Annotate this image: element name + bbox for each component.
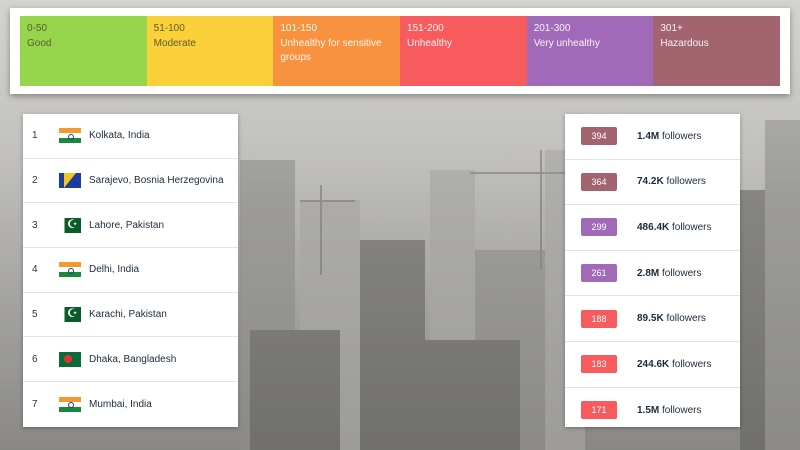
followers-label: followers (659, 267, 702, 279)
followers-count: 89.5K followers (637, 313, 706, 324)
stat-row[interactable]: 394 1.4M followers (565, 114, 740, 160)
city-name: Mumbai, India (89, 398, 152, 410)
legend-item: 0-50 Good (20, 16, 147, 86)
city-name: Karachi, Pakistan (89, 309, 167, 321)
followers-count: 486.4K followers (637, 222, 712, 233)
legend-item: 301+ Hazardous (653, 16, 781, 86)
city-rank: 1 (32, 130, 38, 142)
city-name: Lahore, Pakistan (89, 219, 165, 231)
city-name: Dhaka, Bangladesh (89, 353, 177, 365)
followers-number: 1.4M (637, 130, 660, 142)
legend-item: 101-150 Unhealthy for sensitive groups (273, 16, 401, 86)
legend-label: Very unhealthy (533, 38, 600, 49)
city-row[interactable]: 4 Delhi, India (23, 248, 238, 293)
city-rank: 6 (32, 353, 38, 365)
city-row[interactable]: 2 Sarajevo, Bosnia Herzegovina (23, 159, 238, 204)
legend-label: Good (27, 38, 52, 49)
city-row[interactable]: 7 Mumbai, India (23, 382, 238, 427)
followers-label: followers (663, 176, 706, 188)
legend-item: 51-100 Moderate (146, 16, 274, 86)
city-row[interactable]: 6 Dhaka, Bangladesh (23, 337, 238, 383)
city-ranking-list: 1 Kolkata, India 2 Sarajevo, Bosnia Herzego… (23, 114, 238, 427)
legend-range: 151-200 (407, 23, 444, 34)
legend-label: Hazardous (660, 38, 709, 49)
followers-number: 244.6K (637, 358, 670, 370)
city-name: Delhi, India (89, 264, 140, 276)
legend-range: 101-150 (280, 23, 318, 34)
followers-number: 89.5K (637, 313, 664, 325)
legend-label: Moderate (153, 38, 196, 49)
bangladesh-flag-icon (59, 351, 81, 367)
india-flag-icon (59, 396, 81, 412)
pakistan-flag-icon (59, 307, 81, 323)
followers-count: 2.8M followers (637, 268, 701, 279)
followers-count: 74.2K followers (637, 176, 706, 187)
city-rank: 7 (32, 398, 38, 410)
aqi-badge: 188 (581, 309, 617, 328)
stat-row[interactable]: 364 74.2K followers (565, 160, 740, 206)
city-row[interactable]: 5 Karachi, Pakistan (23, 293, 238, 338)
legend-range: 301+ (660, 23, 683, 34)
pakistan-flag-icon (59, 217, 81, 233)
legend-label: Unhealthy (407, 38, 453, 49)
city-rank: 3 (32, 219, 38, 231)
aqi-badge: 183 (581, 355, 617, 374)
stat-row[interactable]: 299 486.4K followers (565, 205, 740, 251)
aqi-stats-list: 394 1.4M followers 364 74.2K followers 299 48… (565, 114, 740, 427)
aqi-badge: 364 (581, 172, 617, 191)
followers-label: followers (663, 313, 706, 325)
stat-row[interactable]: 261 2.8M followers (565, 251, 740, 297)
followers-count: 1.5M followers (637, 405, 701, 416)
city-row[interactable]: 3 Lahore, Pakistan (23, 203, 238, 249)
city-rank: 2 (32, 175, 38, 187)
followers-number: 1.5M (637, 404, 660, 416)
aqi-badge: 171 (581, 401, 617, 420)
legend-range: 201-300 (533, 23, 571, 34)
followers-count: 1.4M followers (637, 131, 701, 142)
aqi-badge: 394 (581, 127, 617, 146)
india-flag-icon (59, 262, 81, 278)
city-rank: 4 (32, 264, 38, 276)
followers-number: 74.2K (637, 176, 664, 188)
followers-count: 244.6K followers (637, 359, 712, 370)
followers-number: 486.4K (637, 221, 670, 233)
city-row[interactable]: 1 Kolkata, India (23, 114, 238, 159)
legend-range: 0-50 (27, 23, 48, 34)
city-rank: 5 (32, 309, 38, 321)
followers-label: followers (669, 358, 712, 370)
legend-range: 51-100 (153, 23, 185, 34)
followers-label: followers (669, 221, 712, 233)
aqi-legend: 0-50 Good 51-100 Moderate 101-150 Unhealthy f… (10, 8, 790, 94)
followers-label: followers (659, 404, 702, 416)
followers-label: followers (659, 130, 702, 142)
stat-row[interactable]: 183 244.6K followers (565, 342, 740, 388)
legend-label: Unhealthy for sensitive groups (280, 38, 382, 63)
stat-row[interactable]: 188 89.5K followers (565, 296, 740, 342)
city-name: Sarajevo, Bosnia Herzegovina (89, 175, 224, 187)
followers-number: 2.8M (637, 267, 660, 279)
aqi-badge: 299 (581, 218, 617, 237)
city-name: Kolkata, India (89, 130, 150, 142)
bosnia-flag-icon (59, 173, 81, 189)
aqi-badge: 261 (581, 264, 617, 283)
legend-item: 151-200 Unhealthy (400, 16, 527, 86)
stat-row[interactable]: 171 1.5M followers (565, 388, 740, 434)
india-flag-icon (59, 128, 81, 144)
legend-item: 201-300 Very unhealthy (526, 16, 654, 86)
